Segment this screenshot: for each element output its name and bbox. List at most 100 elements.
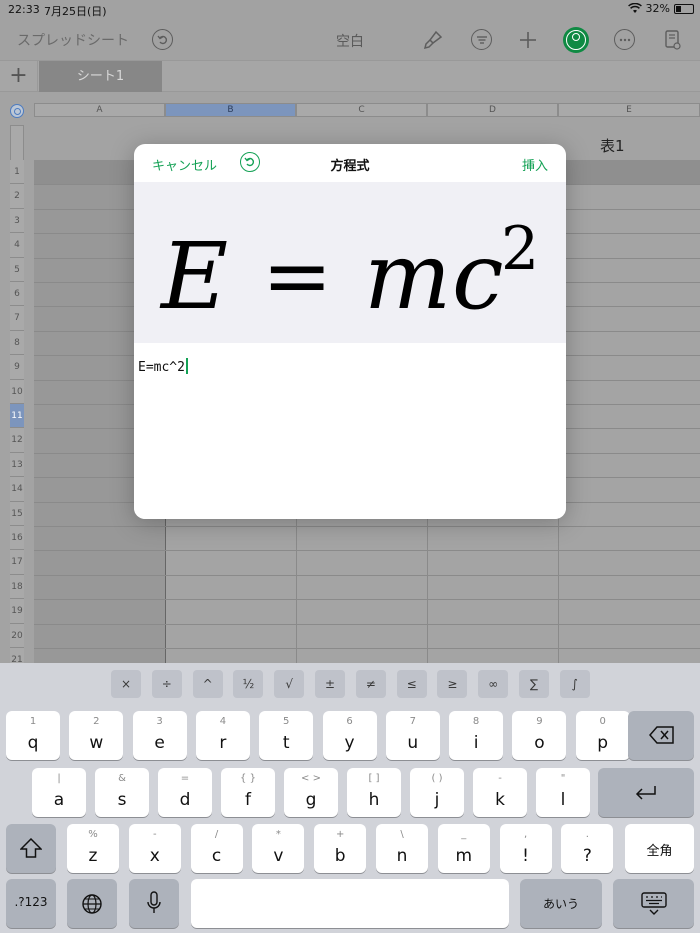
key-label: o [534, 733, 545, 753]
format-icon[interactable] [471, 29, 492, 50]
key-label: u [407, 733, 419, 753]
math-symbol-key[interactable]: ∑ [519, 670, 549, 698]
math-symbol-key[interactable]: ≥ [437, 670, 468, 698]
row-header[interactable]: 18 [10, 574, 24, 600]
shift-key[interactable] [6, 824, 56, 873]
key-u[interactable]: 7u [385, 711, 440, 760]
row-header[interactable]: 3 [10, 208, 24, 234]
row-header[interactable]: 4 [10, 233, 24, 258]
key-![interactable]: ,! [499, 824, 552, 873]
row-header[interactable]: 10 [10, 379, 24, 404]
add-icon[interactable] [515, 27, 541, 53]
column-header-b[interactable]: B [165, 103, 296, 117]
key-y[interactable]: 6y [322, 711, 377, 760]
row-header[interactable]: 9 [10, 355, 24, 380]
key-d[interactable]: = d [158, 768, 212, 817]
equation-input-text[interactable]: E=mc^2 [138, 360, 185, 375]
math-symbol-key[interactable]: ÷ [151, 670, 182, 698]
equation-input[interactable]: E=mc^2 [134, 343, 566, 519]
math-symbol-key[interactable]: ½ [233, 670, 264, 698]
column-header-a[interactable]: A [34, 103, 165, 117]
math-symbol-key[interactable]: √ [274, 670, 305, 698]
key-z[interactable]: % z [67, 824, 119, 873]
key-alt-label: { } [240, 773, 256, 784]
key-m[interactable]: _ m [437, 824, 490, 873]
column-header-d[interactable]: D [427, 103, 558, 117]
key-alt-label: 3 [156, 716, 163, 727]
key-q[interactable]: 1q [6, 711, 60, 760]
key-w[interactable]: 2w [69, 711, 124, 760]
column-header-e[interactable]: E [558, 103, 700, 117]
math-symbol-key[interactable]: ∫ [559, 670, 590, 698]
row-header[interactable]: 19 [10, 599, 24, 624]
key-p[interactable]: 0p [575, 711, 630, 760]
key-v[interactable]: * v [252, 824, 305, 873]
more-icon[interactable] [614, 29, 635, 50]
key-label: b [334, 846, 346, 866]
row-header[interactable]: 17 [10, 550, 24, 575]
row-header[interactable]: 21 [10, 648, 24, 663]
column-header-c[interactable]: C [296, 103, 427, 117]
key-f[interactable]: { } f [221, 768, 275, 817]
key-label: ? [582, 846, 592, 866]
row-header[interactable]: 13 [10, 452, 24, 478]
microphone-icon[interactable] [129, 879, 179, 928]
key-o[interactable]: 9o [512, 711, 567, 760]
key-label: g [305, 790, 317, 810]
key-h[interactable]: [ ] h [347, 768, 401, 817]
math-symbol-key[interactable]: ± [315, 670, 345, 698]
row-header[interactable]: 8 [10, 330, 24, 356]
table-title[interactable]: 表1 [600, 135, 625, 156]
space-key[interactable] [191, 879, 509, 928]
row-header[interactable]: 20 [10, 623, 24, 648]
row-header[interactable]: 7 [10, 306, 24, 331]
row-header[interactable]: 2 [10, 184, 24, 209]
key-j[interactable]: ( ) j [410, 768, 464, 817]
math-symbol-key[interactable]: ^ [192, 670, 223, 698]
key-b[interactable]: + b [314, 824, 367, 873]
key-n[interactable]: \ n [376, 824, 428, 873]
globe-icon[interactable] [67, 879, 117, 928]
row-gridline [34, 648, 700, 649]
row-header[interactable]: 16 [10, 526, 24, 551]
key-i[interactable]: 8i [449, 711, 504, 760]
key-?[interactable]: .? [561, 824, 614, 873]
key-e[interactable]: 3e [132, 711, 187, 760]
add-sheet-button[interactable]: + [0, 61, 38, 92]
key-t[interactable]: 5t [259, 711, 314, 760]
return-key[interactable] [598, 768, 694, 817]
key-l[interactable]: " l [536, 768, 590, 817]
row-header[interactable]: 6 [10, 282, 24, 307]
document-title[interactable]: 空白 [0, 31, 700, 51]
numbers-key[interactable]: .?123 [6, 879, 56, 928]
math-symbol-key[interactable]: ≠ [355, 670, 386, 698]
key-g[interactable]: < > g [284, 768, 338, 817]
insert-button[interactable]: 挿入 [522, 155, 548, 174]
key-label: p [597, 733, 609, 753]
kana-key[interactable]: あいう [520, 879, 602, 928]
math-symbol-key[interactable]: ∞ [478, 670, 509, 698]
math-symbol-key[interactable]: × [111, 670, 141, 698]
row-header[interactable]: 14 [10, 477, 24, 502]
key-x[interactable]: -x [128, 824, 181, 873]
keyboard-dismiss-icon[interactable] [613, 879, 694, 928]
row-header[interactable]: 15 [10, 501, 24, 526]
key-c[interactable]: / c [190, 824, 243, 873]
row-header[interactable]: 11 [10, 404, 24, 429]
reader-view-icon[interactable] [660, 27, 686, 53]
collaborate-icon[interactable] [563, 27, 589, 53]
key-r[interactable]: 4r [195, 711, 250, 760]
row-header[interactable]: 5 [10, 257, 24, 282]
sheet-tab-active[interactable]: シート1 [39, 61, 162, 92]
math-symbol-key[interactable]: ≤ [396, 670, 427, 698]
delete-key[interactable] [628, 711, 694, 760]
select-table-icon[interactable] [10, 104, 24, 118]
equation-rhs-c: c [452, 223, 504, 330]
key-k[interactable]: -k [473, 768, 527, 817]
paintbrush-icon[interactable] [420, 27, 446, 53]
key-a[interactable]: | a [32, 768, 86, 817]
key-s[interactable]: & s [95, 768, 149, 817]
fullwidth-key[interactable]: 全角 [625, 824, 694, 873]
row-header[interactable]: 12 [10, 428, 24, 453]
row-header[interactable]: 1 [10, 160, 24, 185]
